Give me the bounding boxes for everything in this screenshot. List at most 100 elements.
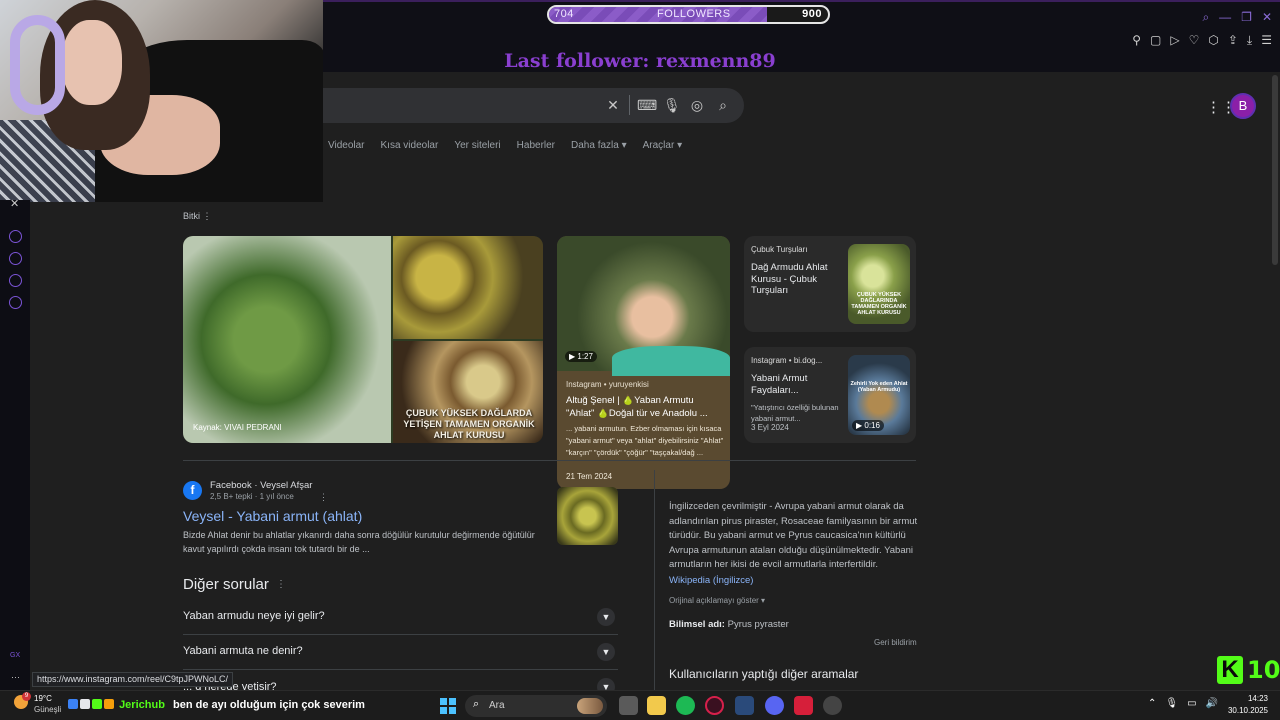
paa-question[interactable]: Yabani armuta ne denir? ▼ bbox=[183, 635, 618, 670]
side-card-title[interactable]: Dağ Armudu Ahlat Kurusu - Çubuk Turşular… bbox=[751, 262, 837, 297]
video-duration: ▶ 0:16 bbox=[852, 420, 884, 431]
more-icon[interactable]: ⋮ bbox=[319, 492, 328, 503]
tab-daha-fazla[interactable]: Daha fazla ▾ bbox=[571, 140, 627, 151]
image-panel[interactable]: Kaynak: VIVAI PEDRANI ÇUBUK YÜKSEK DAĞLA… bbox=[183, 236, 543, 443]
scrollbar[interactable] bbox=[1272, 75, 1278, 265]
play-icon[interactable]: ▷ bbox=[1170, 33, 1179, 48]
volume-icon[interactable]: 🔊 bbox=[1206, 698, 1218, 709]
heart-icon[interactable]: ♡ bbox=[1189, 33, 1200, 48]
taskbar-search[interactable]: ⌕ Ara bbox=[465, 695, 607, 717]
file-explorer-icon[interactable] bbox=[647, 696, 666, 715]
chevron-down-icon[interactable]: ▼ bbox=[597, 608, 615, 626]
video-source: Instagram • yuruyenkisi bbox=[566, 380, 649, 389]
extensions-icon[interactable]: ⬡ bbox=[1208, 33, 1218, 48]
messenger-icon[interactable] bbox=[9, 274, 22, 287]
image-source-caption: Kaynak: VIVAI PEDRANI bbox=[193, 423, 282, 432]
snapshot-icon[interactable]: ▢ bbox=[1150, 33, 1161, 48]
video-thumbnail[interactable]: ▶ 1:27 bbox=[557, 236, 730, 376]
feedback-link[interactable]: Geri bildirim bbox=[874, 638, 917, 647]
pin-icon[interactable]: ⚲ bbox=[1132, 33, 1141, 48]
side-card-snippet: "Yatıştırıcı özelliği bulunan yabani arm… bbox=[751, 403, 839, 423]
video-card[interactable]: ▶ 1:27 Instagram • yuruyenkisi Altuğ Şen… bbox=[557, 236, 730, 489]
chevron-up-icon[interactable]: ⌃ bbox=[1148, 698, 1156, 709]
video-title[interactable]: Altuğ Şenel | 🍐Yaban Armutu "Ahlat" 🍐Doğ… bbox=[566, 394, 724, 420]
result-site[interactable]: Facebook · Veysel Afşar bbox=[210, 480, 312, 491]
show-original-button[interactable]: Orijinal açıklamayı göster ▾ bbox=[669, 596, 765, 605]
clear-icon[interactable]: ✕ bbox=[605, 97, 621, 113]
followers-current: 704 bbox=[554, 8, 574, 20]
steam-icon[interactable] bbox=[735, 696, 754, 715]
tab-yer-siteleri[interactable]: Yer siteleri bbox=[454, 140, 500, 151]
opera-gx-icon[interactable] bbox=[705, 696, 724, 715]
more-icon[interactable]: ⋮ bbox=[276, 579, 286, 590]
search-icon: ⌕ bbox=[473, 698, 480, 710]
tab-haberler[interactable]: Haberler bbox=[517, 140, 555, 151]
side-card-cubuk[interactable]: Çubuk Turşuları Dağ Armudu Ahlat Kurusu … bbox=[744, 236, 916, 332]
side-card-thumbnail[interactable]: Zehirli Yok eden Ahlat (Yaban Armudu) ▶ … bbox=[848, 355, 910, 435]
more-icon[interactable]: ··· bbox=[11, 672, 20, 682]
result-thumbnail[interactable] bbox=[557, 487, 618, 545]
tab-kisa-videolar[interactable]: Kısa videolar bbox=[381, 140, 439, 151]
download-icon[interactable]: ⤓ bbox=[1247, 33, 1252, 48]
badge-icon bbox=[80, 699, 90, 709]
side-card-thumbnail[interactable]: ÇUBUK YÜKSEK DAĞLARINDA TAMAMEN ORGANİK … bbox=[848, 244, 910, 324]
search-icon[interactable]: ⌕ bbox=[1202, 10, 1209, 25]
status-bar-url: https://www.instagram.com/reel/C9tpJPWNo… bbox=[32, 672, 234, 687]
video-duration: ▶ 1:27 bbox=[565, 351, 597, 362]
clock-date[interactable]: 30.10.2025 bbox=[1222, 706, 1268, 715]
menu-icon[interactable]: ☰ bbox=[1261, 33, 1272, 48]
chat-overlay: Jerichub ben de ayı olduğum için çok sev… bbox=[68, 699, 365, 711]
image-pear-leaves[interactable] bbox=[183, 236, 391, 443]
category-label: Bitki ⋮ bbox=[183, 211, 212, 221]
tab-araclar[interactable]: Araçlar ▾ bbox=[643, 140, 682, 151]
more-icon[interactable]: ⋮ bbox=[203, 211, 212, 221]
windows-start-icon[interactable] bbox=[440, 698, 456, 714]
badge-icon bbox=[92, 699, 102, 709]
search-highlight-icon bbox=[577, 698, 603, 714]
browser-toolbar-icons: ⚲ ▢ ▷ ♡ ⬡ ⇪ ⤓ ☰ bbox=[1132, 33, 1272, 48]
microphone-icon[interactable]: 🎙 bbox=[663, 97, 681, 113]
search-input[interactable]: ✕ ⌨ 🎙 ◎ ⌕ bbox=[323, 88, 744, 123]
side-card-title[interactable]: Yabani Armut Faydaları... bbox=[751, 373, 837, 396]
share-icon[interactable]: ⇪ bbox=[1228, 33, 1238, 48]
chat-message: ben de ayı olduğum için çok severim bbox=[172, 699, 365, 711]
gx-icon[interactable]: GX bbox=[10, 652, 20, 659]
kick-logo: K 10 bbox=[1217, 656, 1280, 684]
close-icon[interactable]: ✕ bbox=[10, 197, 19, 210]
paa-question[interactable]: Yaban armudu neye iyi gelir? ▼ bbox=[183, 600, 618, 635]
knowledge-description: İngilizceden çevrilmiştir - Avrupa yaban… bbox=[669, 501, 918, 570]
webcam-overlay bbox=[0, 0, 323, 202]
clock-time[interactable]: 14:23 bbox=[1232, 694, 1268, 703]
window-controls: ⌕ — ❐ ✕ bbox=[1202, 10, 1272, 25]
discord-icon[interactable] bbox=[765, 696, 784, 715]
weather-temp: 19°C bbox=[34, 694, 52, 703]
spotify-icon[interactable] bbox=[676, 696, 695, 715]
history-icon[interactable] bbox=[9, 252, 22, 265]
sidebar-player-icon[interactable] bbox=[9, 230, 22, 243]
task-view-icon[interactable] bbox=[619, 696, 638, 715]
search-icon[interactable]: ⌕ bbox=[715, 97, 731, 113]
result-title-link[interactable]: Veysel - Yabani armut (ahlat) bbox=[183, 508, 362, 524]
weather-badge: 9 bbox=[22, 692, 31, 701]
avatar[interactable]: B bbox=[1230, 93, 1256, 119]
column-divider bbox=[654, 470, 655, 690]
keyboard-icon[interactable]: ⌨ bbox=[637, 97, 657, 113]
chat-username: Jerichub bbox=[119, 699, 165, 711]
network-icon[interactable]: ▭ bbox=[1187, 698, 1196, 709]
search-divider bbox=[629, 95, 630, 115]
settings-icon[interactable] bbox=[9, 296, 22, 309]
wikipedia-link[interactable]: Wikipedia (İngilizce) bbox=[669, 575, 753, 586]
chevron-down-icon[interactable]: ▼ bbox=[597, 643, 615, 661]
obs-icon[interactable] bbox=[823, 696, 842, 715]
result-meta: 2,5 B+ tepki · 1 yıl önce bbox=[210, 492, 294, 501]
tab-videolar[interactable]: Videolar bbox=[328, 140, 365, 151]
paa-heading: Diğer sorular bbox=[183, 576, 269, 593]
app-icon[interactable] bbox=[794, 696, 813, 715]
close-icon[interactable]: ✕ bbox=[1262, 10, 1272, 25]
minimize-icon[interactable]: — bbox=[1219, 10, 1231, 25]
side-card-instagram[interactable]: Instagram • bi.dog... Yabani Armut Fayda… bbox=[744, 347, 916, 443]
maximize-icon[interactable]: ❐ bbox=[1241, 10, 1252, 25]
image-yellow-pears[interactable] bbox=[393, 236, 543, 339]
lens-icon[interactable]: ◎ bbox=[689, 97, 705, 113]
microphone-icon[interactable]: 🎙 bbox=[1165, 698, 1178, 709]
